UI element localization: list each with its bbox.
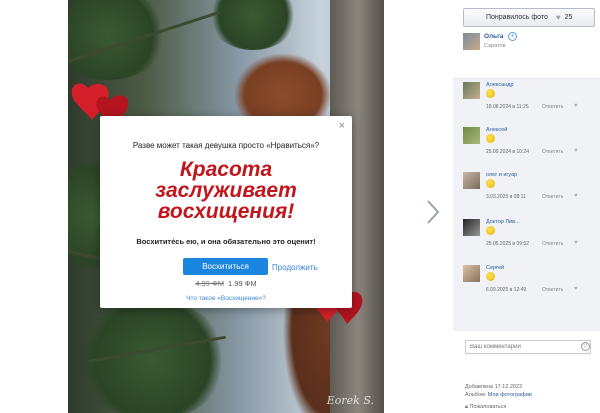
comment-author[interactable]: Сергей: [486, 265, 504, 271]
new-price: 1.99 ФМ: [228, 279, 257, 288]
comment-author[interactable]: олег и игуар: [486, 172, 517, 178]
modal-headline: Красота заслуживает восхищения!: [100, 159, 352, 222]
headline-line: заслуживает: [155, 179, 297, 202]
reply-link[interactable]: Ответить: [542, 104, 563, 110]
reply-link[interactable]: Ответить: [542, 149, 563, 155]
admire-modal: × Разве может такая девушка просто «Нрав…: [100, 116, 352, 308]
continue-link[interactable]: Продолжить: [272, 263, 318, 272]
pine-needles: [68, 0, 168, 80]
modal-question: Разве может такая девушка просто «Нравит…: [132, 141, 320, 150]
comment-date: 18.08.2024 в 11:25: [486, 104, 529, 110]
comment: Александр 18.08.2024 в 11:25 Ответить ♥: [453, 79, 600, 124]
album-link[interactable]: Мои фотографии: [488, 392, 532, 398]
comment-date: 25.05.2025 в 09:52: [486, 241, 529, 247]
smiley-icon: [486, 179, 495, 188]
pine-needles: [78, 300, 228, 413]
like-icon[interactable]: ♥: [574, 240, 578, 246]
lock-icon: 🔒︎: [465, 404, 468, 410]
report-label: Пожаловаться: [469, 404, 507, 410]
avatar[interactable]: [463, 219, 480, 236]
like-photo-button[interactable]: Понравилось фото ♥ 25: [463, 8, 595, 27]
comment: Доктор Лив... 25.05.2025 в 09:52 Ответит…: [453, 216, 600, 261]
added-date: Добавлена 17.12.2022: [465, 384, 523, 390]
author-city: Саратов: [484, 43, 506, 49]
comment-author[interactable]: Доктор Лив...: [486, 219, 520, 225]
album-info: Альбом: Мои фотографии: [465, 392, 532, 398]
old-price: 4.99 ФМ: [195, 279, 224, 288]
price: 4.99 ФМ 1.99 ФМ: [100, 279, 352, 288]
comment-date: 25.09.2024 в 10:24: [486, 149, 529, 155]
admire-button[interactable]: Восхититься: [183, 258, 268, 275]
comment-date: 3.03.2025 в 08:11: [486, 194, 526, 200]
photo-signature: Eorek S.: [326, 394, 374, 407]
like-label: Понравилось фото: [486, 14, 548, 21]
add-friend-icon[interactable]: +: [508, 32, 517, 41]
smiley-icon: [486, 226, 495, 235]
like-icon[interactable]: ♥: [574, 193, 578, 199]
comment-date: 6.09.2025 в 12:49: [486, 287, 527, 293]
sidebar-header: Понравилось фото ♥ 25 Ольга + Саратов: [453, 0, 600, 78]
headline-line: Красота: [179, 158, 273, 181]
author-avatar[interactable]: [463, 33, 480, 50]
reply-link[interactable]: Ответить: [542, 194, 563, 200]
avatar[interactable]: [463, 127, 480, 144]
smiley-icon: [486, 134, 495, 143]
comments-list: Александр 18.08.2024 в 11:25 Ответить ♥ …: [453, 79, 600, 331]
next-photo-icon[interactable]: [422, 198, 444, 226]
smiley-icon: [486, 272, 495, 281]
avatar[interactable]: [463, 82, 480, 99]
reply-link[interactable]: Ответить: [542, 241, 563, 247]
close-icon[interactable]: ×: [339, 120, 345, 132]
author-name[interactable]: Ольга: [484, 33, 503, 40]
comment: олег и игуар 3.03.2025 в 08:11 Ответить …: [453, 169, 600, 214]
emoji-picker-icon[interactable]: ☺: [581, 342, 590, 351]
report-link[interactable]: 🔒︎ Пожаловаться: [465, 404, 506, 411]
modal-cta-text: Восхитите́сь ею, и она обязательно это о…: [136, 237, 316, 246]
heart-icon: ♥: [555, 13, 561, 22]
headline-line: восхищения!: [157, 200, 295, 223]
smiley-icon: [486, 89, 495, 98]
reply-link[interactable]: Ответить: [542, 287, 563, 293]
avatar[interactable]: [463, 265, 480, 282]
comment-input[interactable]: [465, 340, 591, 354]
photo-viewer: Eorek S. × Разве может такая девушка про…: [0, 0, 453, 413]
album-prefix: Альбом:: [465, 392, 487, 398]
comment: Сергей 6.09.2025 в 12:49 Ответить ♥: [453, 262, 600, 307]
comment: Алексей 25.09.2024 в 10:24 Ответить ♥: [453, 124, 600, 169]
like-icon[interactable]: ♥: [574, 103, 578, 109]
photo-sidebar: Понравилось фото ♥ 25 Ольга + Саратов Ал…: [453, 0, 600, 413]
like-icon[interactable]: ♥: [574, 286, 578, 292]
what-is-admire-link[interactable]: Что такое «Восхищение»?: [100, 295, 352, 302]
pine-needles: [208, 0, 298, 50]
comment-author[interactable]: Александр: [486, 82, 514, 88]
comment-author[interactable]: Алексей: [486, 127, 507, 133]
like-icon[interactable]: ♥: [574, 148, 578, 154]
avatar[interactable]: [463, 172, 480, 189]
like-count: 25: [564, 14, 573, 21]
